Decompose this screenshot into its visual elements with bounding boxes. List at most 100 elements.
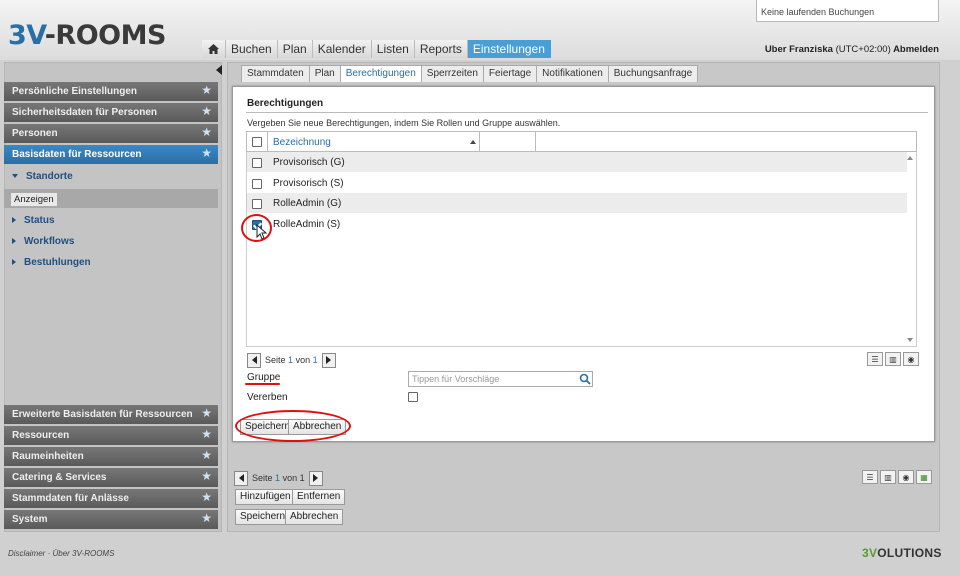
sidebar-item-raumeinheiten[interactable]: Raumeinheiten ★ [4,447,218,466]
star-icon[interactable]: ★ [201,428,212,441]
pager-prev-button[interactable] [234,470,248,486]
remove-button[interactable]: Entfernen [292,489,346,505]
brand-logo: 3VOLUTIONS [862,546,942,560]
nav-plan[interactable]: Plan [277,40,313,58]
sidebar-item-ressourcen[interactable]: Ressourcen ★ [4,426,218,445]
chevron-right-icon [313,474,319,482]
column-view-icon[interactable]: ▥ [880,470,896,484]
search-icon[interactable] [579,373,591,385]
gruppe-input[interactable]: Tippen für Vorschläge [408,371,593,387]
star-icon[interactable]: ★ [201,147,212,160]
star-icon[interactable]: ★ [201,512,212,525]
scroll-down-icon[interactable] [907,338,913,342]
column-view-icon[interactable]: ▥ [885,352,901,366]
sidebar-sub-workflows[interactable]: Workflows [12,236,74,247]
dialog-pager: Seite 1 von 1 [247,352,336,368]
row-checkbox[interactable] [252,179,262,189]
caret-right-icon [12,259,16,265]
sidebar-item-erweiterte-basisdaten[interactable]: Erweiterte Basisdaten für Ressourcen ★ [4,405,218,424]
background-cancel-button[interactable]: Abbrechen [285,509,344,525]
sidebar-item-personen[interactable]: Personen ★ [4,124,218,143]
nav-buchen[interactable]: Buchen [226,40,278,58]
table-row[interactable]: Provisorisch (S) [247,173,907,193]
dialog-pager-prev-button[interactable] [247,352,261,368]
vererben-label: Vererben [247,392,288,403]
chevron-right-icon [326,356,332,364]
eye-icon[interactable]: ◉ [898,470,914,484]
sub-tabs: Stammdaten Plan Berechtigungen Sperrzeit… [241,65,699,82]
row-checkbox[interactable] [252,199,262,209]
table-row[interactable]: RolleAdmin (S) [247,214,907,234]
sidebar-sub-standorte[interactable]: Standorte [12,171,73,182]
tab-berechtigungen[interactable]: Berechtigungen [340,65,422,82]
grid-header: Bezeichnung [246,131,917,152]
top-navigation: Buchen Plan Kalender Listen Reports Eins… [202,40,551,58]
dialog-title: Berechtigungen [247,98,324,109]
sidebar-item-catering-services[interactable]: Catering & Services ★ [4,468,218,487]
star-icon[interactable]: ★ [201,491,212,504]
column-header-bezeichnung[interactable]: Bezeichnung [273,137,331,148]
nav-listen[interactable]: Listen [371,40,415,58]
table-row[interactable]: Provisorisch (G) [247,152,907,172]
sidebar-sub-status[interactable]: Status [12,215,55,226]
page-footer: Disclaimer · Über 3V-ROOMS [8,549,115,558]
caret-down-icon [12,174,18,178]
background-save-button[interactable]: Speichern [235,509,291,525]
tab-feiertage[interactable]: Feiertage [483,65,538,82]
select-all-checkbox[interactable] [252,137,262,147]
logout-link[interactable]: Abmelden [893,44,939,55]
add-button[interactable]: Hinzufügen [235,489,296,505]
sort-ascending-icon[interactable] [470,140,476,144]
roles-grid: Provisorisch (G) Provisorisch (S) RolleA… [246,152,917,347]
sidebar-item-basisdaten-ressourcen[interactable]: Basisdaten für Ressourcen ★ [4,145,218,164]
annotation-circle-checkbox [241,214,272,242]
user-name: Uber Franziska [764,44,833,55]
scroll-up-icon[interactable] [907,156,913,160]
sidebar-item-stammdaten-anlaesse[interactable]: Stammdaten für Anlässe ★ [4,489,218,508]
user-timezone: (UTC+02:00) [835,44,891,55]
star-icon[interactable]: ★ [201,105,212,118]
background-pager: Seite 1 von 1 [234,470,323,486]
pager-next-button[interactable] [308,470,323,486]
dialog-pager-next-button[interactable] [321,352,336,368]
anzeigen-button[interactable]: Anzeigen [10,192,58,207]
sidebar-item-sicherheitsdaten[interactable]: Sicherheitsdaten für Personen ★ [4,103,218,122]
annotation-underline-gruppe [245,383,280,385]
sidebar-item-persoenliche-einstellungen[interactable]: Persönliche Einstellungen ★ [4,82,218,101]
list-view-icon[interactable]: ☰ [862,470,878,484]
tab-stammdaten[interactable]: Stammdaten [241,65,310,82]
eye-icon[interactable]: ◉ [903,352,919,366]
star-icon[interactable]: ★ [201,126,212,139]
tab-buchungsanfrage[interactable]: Buchungsanfrage [608,65,699,82]
home-icon [208,44,219,54]
notification-box[interactable]: Keine laufenden Buchungen [756,0,939,22]
star-icon[interactable]: ★ [201,470,212,483]
star-icon[interactable]: ★ [201,84,212,97]
table-row[interactable]: RolleAdmin (G) [247,193,907,213]
sidebar-item-system[interactable]: System ★ [4,510,218,529]
dialog-view-toggles: ☰ ▥ ◉ [867,352,919,366]
tab-notifikationen[interactable]: Notifikationen [537,65,609,82]
sidebar-collapse-icon[interactable] [216,65,222,75]
nav-kalender[interactable]: Kalender [312,40,372,58]
export-icon[interactable]: ▦ [916,470,932,484]
nav-reports[interactable]: Reports [414,40,468,58]
tab-plan[interactable]: Plan [309,65,341,82]
star-icon[interactable]: ★ [201,407,212,420]
disclaimer-link[interactable]: Disclaimer [8,549,45,558]
vererben-checkbox[interactable] [408,392,418,402]
dialog-divider [246,112,928,113]
about-link[interactable]: Über 3V-ROOMS [52,549,114,558]
home-button[interactable] [202,40,226,58]
nav-einstellungen[interactable]: Einstellungen [467,40,551,58]
annotation-circle-buttons [235,410,351,442]
user-info: Uber Franziska (UTC+02:00) Abmelden [765,44,939,55]
star-icon[interactable]: ★ [201,449,212,462]
tab-sperrzeiten[interactable]: Sperrzeiten [421,65,484,82]
caret-right-icon [12,238,16,244]
sidebar-sub-bestuhlungen[interactable]: Bestuhlungen [12,257,91,268]
row-checkbox[interactable] [252,158,262,168]
chevron-left-icon [251,356,257,364]
list-view-icon[interactable]: ☰ [867,352,883,366]
background-view-toggles: ☰ ▥ ◉ ▦ [862,470,932,484]
